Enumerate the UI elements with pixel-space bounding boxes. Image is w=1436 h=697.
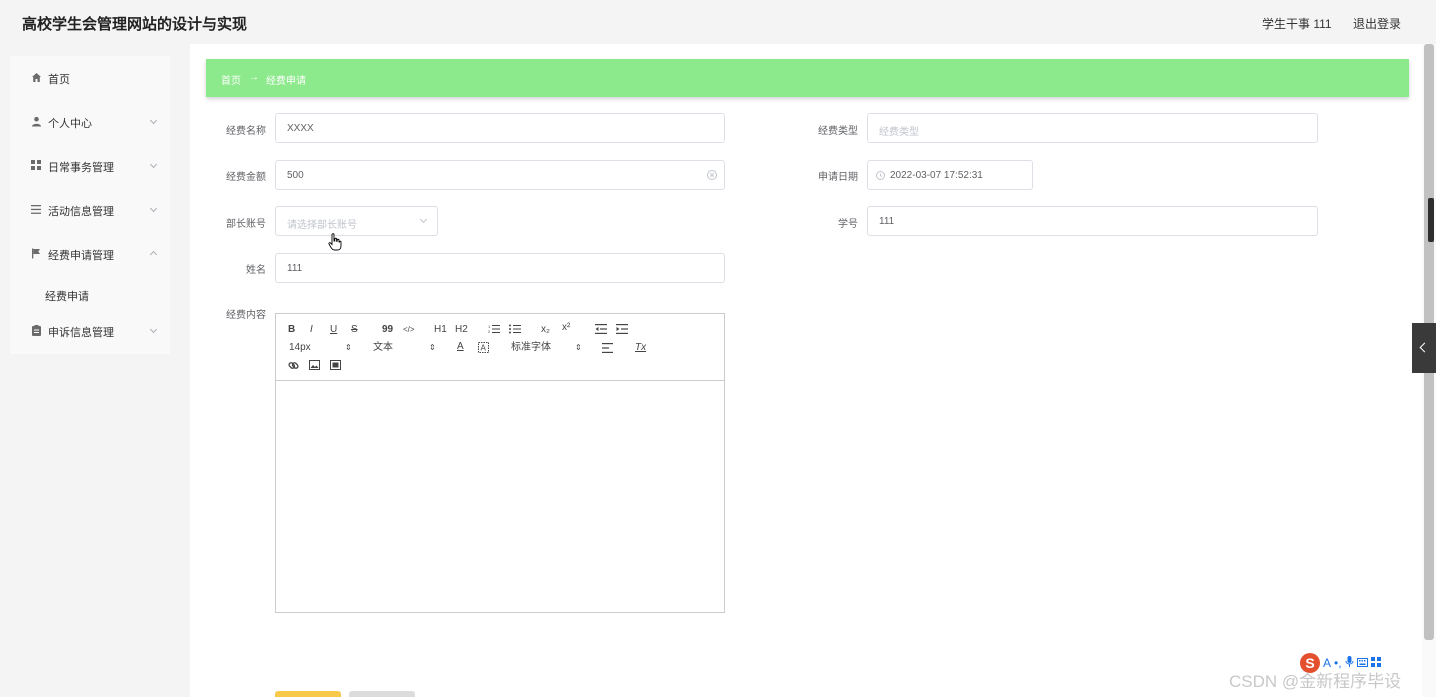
- sidebar-item-personal-center[interactable]: 个人中心: [10, 107, 170, 137]
- clipboard-icon: [30, 324, 42, 336]
- rich-text-editor[interactable]: [275, 380, 725, 613]
- bold-button[interactable]: B: [288, 324, 295, 336]
- clear-icon[interactable]: [707, 170, 717, 180]
- fund-amount-label: 经费金额: [226, 172, 266, 183]
- sort-icon: ⇕: [429, 343, 436, 352]
- fund-name-label: 经费名称: [226, 126, 266, 137]
- sidebar-item-label: 首页: [48, 74, 70, 86]
- video-icon[interactable]: [330, 360, 341, 373]
- sidebar-subitem-funding-apply[interactable]: 经费申请: [45, 288, 89, 304]
- fund-type-input[interactable]: 经费类型: [867, 113, 1318, 143]
- fund-type-placeholder: 经费类型: [879, 127, 919, 138]
- sidebar-item-label: 经费申请管理: [48, 250, 114, 262]
- submit-button[interactable]: [275, 691, 341, 697]
- current-user: 学生干事 111: [1262, 17, 1332, 31]
- minister-account-label: 部长账号: [226, 219, 266, 230]
- sidebar-item-label: 申诉信息管理: [48, 327, 114, 339]
- logout-link[interactable]: 退出登录: [1353, 15, 1401, 32]
- header-select[interactable]: 文本: [373, 342, 393, 354]
- fund-name-input[interactable]: XXXX: [275, 113, 725, 143]
- chevron-up-icon: [149, 250, 158, 259]
- app-title: 高校学生会管理网站的设计与实现: [22, 16, 248, 33]
- header1-button[interactable]: H1: [434, 324, 447, 336]
- image-icon[interactable]: [309, 360, 320, 373]
- minister-account-placeholder: 请选择部长账号: [287, 220, 357, 231]
- chevron-down-icon: [149, 204, 158, 213]
- svg-text:A: A: [481, 344, 487, 353]
- sidebar-item-label: 活动信息管理: [48, 206, 114, 218]
- scroll-indicator: [1428, 198, 1434, 242]
- apply-date-picker[interactable]: 2022-03-07 17:52:31: [867, 160, 1033, 190]
- header2-button[interactable]: H2: [455, 324, 468, 336]
- cancel-button[interactable]: [349, 691, 415, 697]
- flag-icon: [30, 247, 42, 259]
- sidebar-item-daily-affairs[interactable]: 日常事务管理: [10, 151, 170, 181]
- chevron-down-icon: [149, 325, 158, 334]
- background-color-icon[interactable]: A: [478, 342, 489, 356]
- breadcrumb-arrow-icon: →: [249, 72, 259, 83]
- sidebar-item-label: 个人中心: [48, 118, 92, 130]
- user-icon: [30, 115, 42, 127]
- outdent-icon[interactable]: [595, 324, 607, 337]
- breadcrumb-home[interactable]: 首页: [221, 72, 241, 87]
- font-family-select[interactable]: 标准字体: [511, 342, 551, 354]
- superscript-button[interactable]: x²: [562, 322, 570, 334]
- fund-amount-input[interactable]: 500: [275, 160, 725, 190]
- student-id-input[interactable]: 111: [867, 206, 1318, 236]
- underline-button[interactable]: U: [330, 324, 337, 336]
- side-collapse-tab[interactable]: [1412, 323, 1436, 373]
- code-block-button[interactable]: </>: [403, 324, 415, 336]
- text-color-button[interactable]: A: [457, 341, 464, 353]
- fund-amount-value: 500: [287, 170, 304, 181]
- sort-icon: ⇕: [345, 343, 352, 352]
- minister-account-select[interactable]: 请选择部长账号: [275, 206, 438, 236]
- fund-content-label: 经费内容: [226, 310, 266, 321]
- home-icon: [30, 71, 42, 83]
- student-name-input[interactable]: 111: [275, 253, 725, 283]
- watermark-text: CSDN @金新程序毕设: [1229, 672, 1402, 691]
- link-icon[interactable]: [288, 360, 299, 374]
- top-bar: 高校学生会管理网站的设计与实现 学生干事 111 退出登录: [0, 0, 1436, 44]
- clear-format-button[interactable]: Tx: [635, 342, 646, 354]
- indent-icon[interactable]: [616, 324, 628, 337]
- sidebar-item-label: 日常事务管理: [48, 162, 114, 174]
- breadcrumb: 首页 → 经费申请: [206, 59, 1409, 97]
- strike-button[interactable]: S: [351, 324, 358, 336]
- sidebar-item-funding-application[interactable]: 经费申请管理: [10, 239, 170, 269]
- svg-text:2: 2: [488, 329, 491, 334]
- sort-icon: ⇕: [575, 343, 582, 352]
- ordered-list-icon[interactable]: 12: [488, 324, 500, 337]
- apply-date-label: 申请日期: [818, 172, 858, 183]
- rich-text-toolbar: B I U S 99 </> H1 H2 12 x₂ x² 14px ⇕ 文本 …: [275, 313, 725, 381]
- chevron-down-icon: [149, 116, 158, 125]
- bullet-list-icon[interactable]: [509, 324, 521, 337]
- sidebar-item-activity-info[interactable]: 活动信息管理: [10, 195, 170, 225]
- fund-type-label: 经费类型: [818, 126, 858, 137]
- sidebar: 首页 个人中心 日常事务管理 活动信息管理 经费申请管理 经费申请 申诉信息管理: [10, 56, 170, 354]
- student-id-value: 111: [879, 216, 895, 227]
- font-size-select[interactable]: 14px: [289, 342, 311, 354]
- fund-name-value: XXXX: [287, 123, 314, 134]
- chevron-left-icon: [1419, 342, 1430, 353]
- grid-icon: [30, 159, 42, 171]
- student-name-label: 姓名: [246, 265, 266, 276]
- apply-date-value: 2022-03-07 17:52:31: [890, 170, 983, 181]
- align-icon[interactable]: [602, 343, 613, 356]
- breadcrumb-current: 经费申请: [266, 76, 306, 87]
- italic-button[interactable]: I: [310, 324, 313, 336]
- blockquote-button[interactable]: 99: [382, 324, 393, 336]
- clock-icon: [876, 171, 885, 180]
- sidebar-item-home[interactable]: 首页: [10, 63, 170, 93]
- student-name-value: 111: [287, 263, 303, 274]
- chevron-down-icon: [419, 215, 428, 224]
- list-icon: [30, 203, 42, 215]
- hand-cursor-icon: [328, 233, 342, 254]
- chevron-down-icon: [149, 160, 158, 169]
- subscript-button[interactable]: x₂: [541, 324, 550, 336]
- student-id-label: 学号: [838, 219, 858, 230]
- sidebar-item-appeal-info[interactable]: 申诉信息管理: [10, 316, 170, 346]
